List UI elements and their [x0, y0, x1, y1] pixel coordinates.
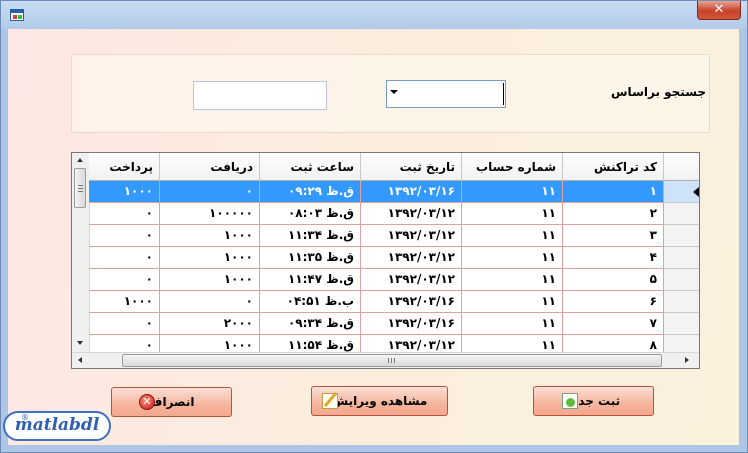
view-edit-button-label: مشاهده ویرایش: [331, 394, 428, 408]
cell-date[interactable]: ۱۳۹۲/۰۳/۱۶: [361, 291, 462, 313]
cell-date[interactable]: ۱۳۹۲/۰۳/۱۲: [361, 247, 462, 269]
cell-account[interactable]: ۱۱: [462, 291, 563, 313]
cell-code[interactable]: ۵: [563, 269, 664, 291]
cell-date[interactable]: ۱۳۹۲/۰۳/۱۶: [361, 181, 462, 203]
transactions-grid[interactable]: پرداخت دریافت ساعت ثبت تاریخ ثبت شماره ح…: [71, 152, 700, 369]
col-header-account[interactable]: شماره حساب: [462, 153, 563, 181]
cell-paid[interactable]: ۱۰۰۰: [89, 291, 160, 313]
cell-paid[interactable]: ۰: [89, 203, 160, 225]
cell-time[interactable]: ۱۱:۴۷ ق.ظ: [260, 269, 361, 291]
search-by-label: جستجو براساس: [611, 85, 707, 99]
grid-corner: [664, 153, 699, 181]
cell-account[interactable]: ۱۱: [462, 225, 563, 247]
col-header-time[interactable]: ساعت ثبت: [260, 153, 361, 181]
row-header[interactable]: [664, 203, 699, 225]
row-header[interactable]: [664, 225, 699, 247]
row-header[interactable]: [664, 181, 699, 203]
app-icon[interactable]: [10, 9, 24, 21]
table-row[interactable]: ۱۰۰۰ ۰ ۰۴:۵۱ ب.ظ ۱۳۹۲/۰۳/۱۶ ۱۱ ۶: [89, 291, 699, 313]
cell-code[interactable]: ۱: [563, 181, 664, 203]
view-edit-button[interactable]: مشاهده ویرایش: [311, 386, 448, 416]
search-field-combo[interactable]: [386, 80, 506, 108]
chevron-down-icon[interactable]: [390, 90, 398, 94]
table-row[interactable]: ۰ ۱۰۰۰ ۱۱:۴۷ ق.ظ ۱۳۹۲/۰۳/۱۲ ۱۱ ۵: [89, 269, 699, 291]
cell-date[interactable]: ۱۳۹۲/۰۳/۱۶: [361, 313, 462, 335]
cancel-button[interactable]: انصراف ✕: [111, 387, 232, 417]
cell-code[interactable]: ۳: [563, 225, 664, 247]
cell-paid[interactable]: ۰: [89, 313, 160, 335]
cell-paid[interactable]: ۰: [89, 247, 160, 269]
edit-icon: [322, 393, 338, 409]
cell-time[interactable]: ۱۱:۳۵ ق.ظ: [260, 247, 361, 269]
col-header-paid[interactable]: پرداخت: [89, 153, 160, 181]
cell-code[interactable]: ۶: [563, 291, 664, 313]
col-header-received[interactable]: دریافت: [160, 153, 260, 181]
cell-received[interactable]: ۱۰۰۰۰۰: [160, 203, 260, 225]
cancel-icon: ✕: [139, 394, 155, 410]
cell-paid[interactable]: ۱۰۰۰: [89, 181, 160, 203]
title-bar[interactable]: ✕: [1, 1, 747, 29]
cell-time[interactable]: ۰۴:۵۱ ب.ظ: [260, 291, 361, 313]
close-icon: ✕: [713, 2, 725, 17]
cell-account[interactable]: ۱۱: [462, 269, 563, 291]
scroll-down-icon[interactable]: [77, 341, 83, 345]
cell-account[interactable]: ۱۱: [462, 203, 563, 225]
cell-code[interactable]: ۴: [563, 247, 664, 269]
cell-date[interactable]: ۱۳۹۲/۰۳/۱۲: [361, 203, 462, 225]
row-header[interactable]: [664, 291, 699, 313]
col-header-code[interactable]: کد تراکنش: [563, 153, 664, 181]
cell-date[interactable]: ۱۳۹۲/۰۳/۱۲: [361, 225, 462, 247]
main-window: ✕ جستجو براساس پرداخت دریافت ساعت ثبت تا…: [0, 0, 748, 453]
vertical-scroll-thumb[interactable]: [74, 168, 86, 208]
scroll-right-icon[interactable]: [685, 357, 689, 363]
form-client-area: جستجو براساس پرداخت دریافت ساعت ثبت تاری…: [8, 29, 739, 445]
cell-time[interactable]: ۰۹:۳۴ ق.ظ: [260, 313, 361, 335]
table-row[interactable]: ۱۰۰۰ ۰ ۰۹:۲۹ ق.ظ ۱۳۹۲/۰۳/۱۶ ۱۱ ۱: [89, 181, 699, 203]
cell-code[interactable]: ۷: [563, 313, 664, 335]
cell-date[interactable]: ۱۳۹۲/۰۳/۱۲: [361, 269, 462, 291]
cell-received[interactable]: ۱۰۰۰: [160, 247, 260, 269]
row-pointer-icon: [693, 187, 699, 197]
search-input[interactable]: [193, 81, 327, 110]
cell-time[interactable]: ۱۱:۳۴ ق.ظ: [260, 225, 361, 247]
cell-received[interactable]: ۱۰۰۰: [160, 269, 260, 291]
cancel-button-label: انصراف: [148, 395, 195, 409]
table-row[interactable]: ۰ ۱۰۰۰۰۰ ۰۸:۰۳ ق.ظ ۱۳۹۲/۰۳/۱۲ ۱۱ ۲: [89, 203, 699, 225]
scroll-up-icon[interactable]: [77, 158, 83, 162]
cell-time[interactable]: ۰۸:۰۳ ق.ظ: [260, 203, 361, 225]
horizontal-scrollbar[interactable]: [72, 352, 699, 368]
new-record-button[interactable]: ثبت جدید: [533, 386, 654, 416]
text-caret: [503, 83, 504, 105]
table-row[interactable]: ۰ ۱۰۰۰ ۱۱:۳۵ ق.ظ ۱۳۹۲/۰۳/۱۲ ۱۱ ۴: [89, 247, 699, 269]
horizontal-scroll-thumb[interactable]: [122, 354, 662, 367]
cell-paid[interactable]: ۰: [89, 225, 160, 247]
cell-account[interactable]: ۱۱: [462, 247, 563, 269]
scroll-left-icon[interactable]: [78, 357, 82, 363]
cell-code[interactable]: ۲: [563, 203, 664, 225]
cell-received[interactable]: ۱۰۰۰: [160, 225, 260, 247]
table-row[interactable]: ۰ ۲۰۰۰ ۰۹:۳۴ ق.ظ ۱۳۹۲/۰۳/۱۶ ۱۱ ۷: [89, 313, 699, 335]
row-header[interactable]: [664, 313, 699, 335]
row-header[interactable]: [664, 269, 699, 291]
table-row[interactable]: ۰ ۱۰۰۰ ۱۱:۳۴ ق.ظ ۱۳۹۲/۰۳/۱۲ ۱۱ ۳: [89, 225, 699, 247]
cell-account[interactable]: ۱۱: [462, 181, 563, 203]
close-button[interactable]: ✕: [697, 1, 741, 20]
vertical-scrollbar[interactable]: [72, 153, 90, 352]
registered-mark: ®: [21, 413, 29, 422]
cell-paid[interactable]: ۰: [89, 269, 160, 291]
cell-received[interactable]: ۰: [160, 291, 260, 313]
row-header[interactable]: [664, 247, 699, 269]
cell-received[interactable]: ۰: [160, 181, 260, 203]
cell-time[interactable]: ۰۹:۲۹ ق.ظ: [260, 181, 361, 203]
matlabdl-logo: matlabdl: [3, 411, 111, 441]
cell-account[interactable]: ۱۱: [462, 313, 563, 335]
col-header-date[interactable]: تاریخ ثبت: [361, 153, 462, 181]
add-document-icon: [562, 393, 578, 409]
cell-received[interactable]: ۲۰۰۰: [160, 313, 260, 335]
